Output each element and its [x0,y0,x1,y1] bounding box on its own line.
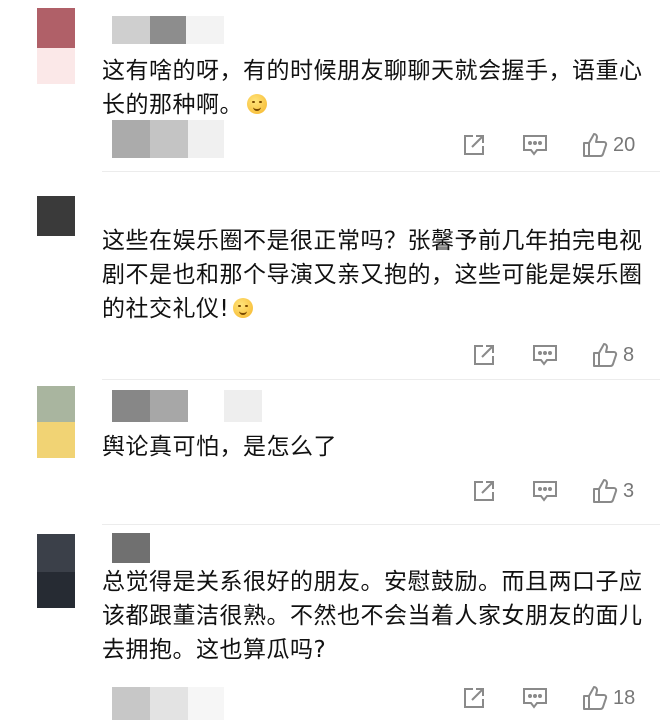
like-button[interactable]: 20 [581,128,635,162]
share-icon [474,481,494,501]
share-icon [464,135,484,155]
thumbs-up-icon [593,479,618,503]
comment-item: 舆论真可怕，是怎么了 3 [0,380,660,525]
like-button[interactable]: 8 [591,338,634,372]
thumbs-up-icon [583,686,608,710]
thumbs-up-icon [583,133,608,157]
sweat-smile-emoji-icon [247,94,267,114]
like-count: 3 [623,479,635,502]
comment-actions: 3 [0,474,660,508]
comment-item: 这些在娱乐圈不是很正常吗？张馨予前几年拍完电视剧不是也和那个导演又亲又抱的，这些… [0,172,660,380]
comment-item: 这有啥的呀，有的时候朋友聊聊天就会握手，语重心长的那种啊。 20 [0,0,660,172]
reply-button[interactable] [521,681,549,715]
reply-button[interactable] [521,128,549,162]
like-count: 20 [613,133,636,156]
like-count: 8 [623,343,635,366]
like-count: 18 [613,686,636,709]
comment-icon [523,135,547,156]
thumbs-up-icon [593,343,618,367]
comment-icon [523,688,547,709]
comment-item: 总觉得是关系很好的朋友。安慰鼓励。而且两口子应该都跟董洁很熟。不然也不会当着人家… [0,525,660,720]
reply-button[interactable] [531,338,559,372]
comment-icon [533,481,557,502]
avatar[interactable] [37,386,75,458]
comment-text: 这有啥的呀，有的时候朋友聊聊天就会握手，语重心长的那种啊。 [102,58,643,118]
comment-actions: 20 [0,128,660,162]
share-button[interactable] [461,128,487,162]
comment-actions: 8 [0,338,660,372]
share-button[interactable] [471,474,497,508]
comment-icon [533,345,557,366]
like-button[interactable]: 18 [581,681,635,715]
share-icon [464,688,484,708]
comment-text: 总觉得是关系很好的朋友。安慰鼓励。而且两口子应该都跟董洁很熟。不然也不会当着人家… [102,569,643,663]
like-button[interactable]: 3 [591,474,634,508]
smile-emoji-icon [233,298,254,318]
reply-button[interactable] [531,474,559,508]
comment-text: 这些在娱乐圈不是很正常吗？张馨予前几年拍完电视剧不是也和那个导演又亲又抱的，这些… [102,228,643,322]
comment-actions: 18 [0,681,660,715]
avatar[interactable] [37,534,75,608]
avatar[interactable] [37,8,75,84]
avatar[interactable] [37,196,75,236]
comment-text: 舆论真可怕，是怎么了 [102,434,337,460]
share-icon [474,345,494,365]
share-button[interactable] [461,681,487,715]
share-button[interactable] [471,338,497,372]
